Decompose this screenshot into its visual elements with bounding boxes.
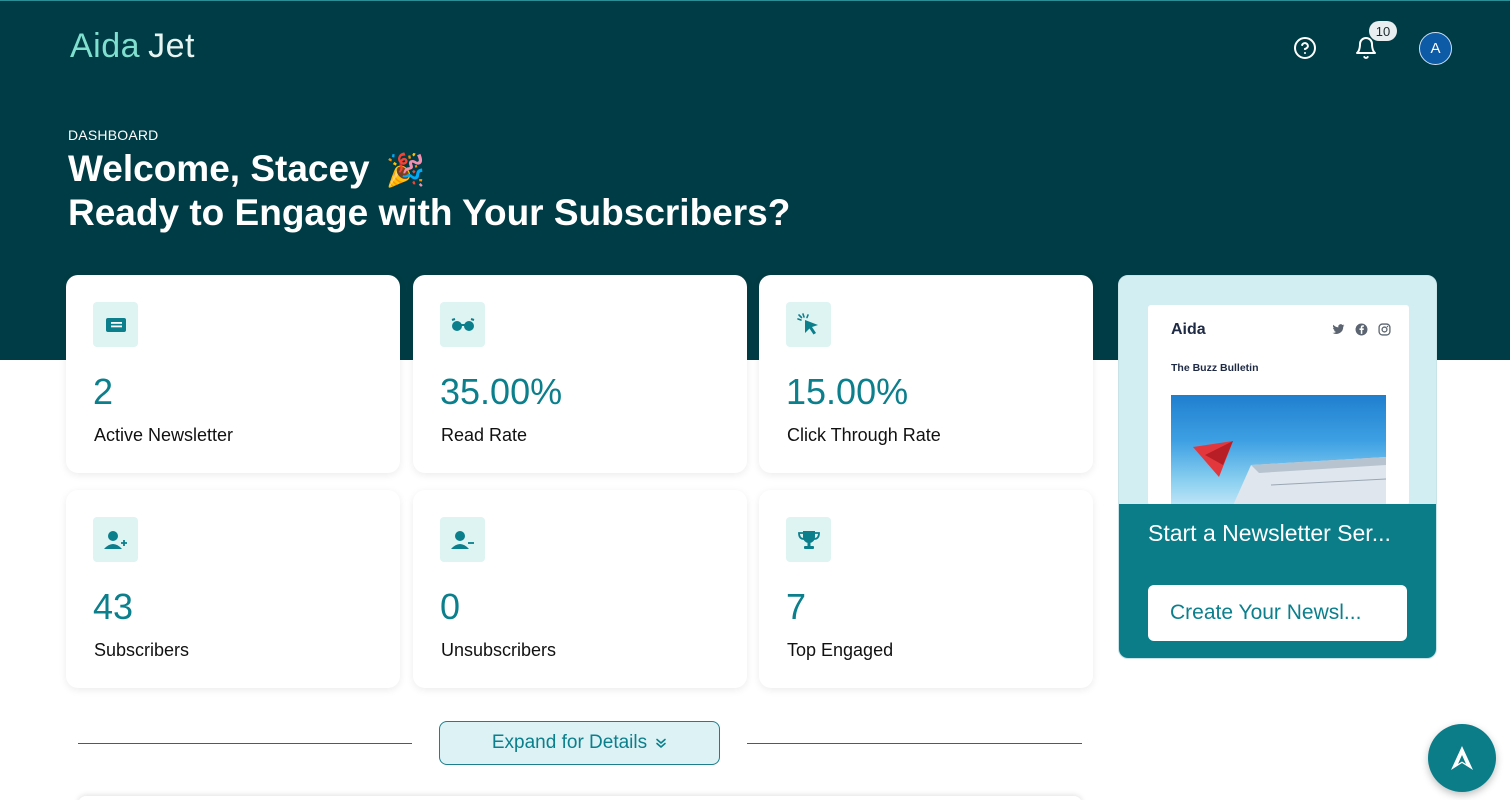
stat-value: 35.00% xyxy=(440,371,563,412)
aida-assistant-icon xyxy=(1451,746,1473,770)
user-avatar[interactable]: A xyxy=(1419,31,1452,65)
glasses-icon xyxy=(440,302,485,347)
stat-label: Click Through Rate xyxy=(787,425,941,445)
welcome-text: Welcome, Stacey xyxy=(68,148,370,189)
app-logo[interactable]: Aida Jet xyxy=(70,27,195,66)
user-minus-icon xyxy=(440,517,485,562)
details-panel-edge xyxy=(78,796,1082,800)
twitter-icon xyxy=(1332,324,1345,334)
instagram-icon xyxy=(1378,323,1391,336)
expand-details-button[interactable]: Expand for Details xyxy=(439,721,720,765)
double-chevron-down-icon xyxy=(656,738,666,748)
create-newsletter-button[interactable]: Create Your Newsl... xyxy=(1148,585,1407,641)
stat-card-click-through[interactable]: 15.00% Click Through Rate xyxy=(759,275,1093,473)
stat-card-read-rate[interactable]: 35.00% Read Rate xyxy=(413,275,747,473)
page-subtitle: Ready to Engage with Your Subscribers? xyxy=(68,192,791,233)
assistant-fab-button[interactable] xyxy=(1428,724,1496,792)
stat-label: Active Newsletter xyxy=(94,425,234,445)
stat-value: 7 xyxy=(786,586,807,627)
breadcrumb: DASHBOARD xyxy=(68,127,159,143)
preview-title: The Buzz Bulletin xyxy=(1171,362,1259,374)
notification-badge: 10 xyxy=(1369,21,1397,41)
divider-right xyxy=(747,743,1082,744)
preview-social-icons xyxy=(1332,323,1391,336)
party-popper-icon: 🎉 xyxy=(385,152,426,188)
cursor-click-icon xyxy=(786,302,831,347)
stat-value: 0 xyxy=(440,586,461,627)
airplane-wing-image xyxy=(1171,395,1386,505)
create-newsletter-label: Create Your Newsl... xyxy=(1170,601,1362,624)
stat-value: 15.00% xyxy=(786,371,909,412)
notifications-button[interactable]: 10 xyxy=(1349,21,1397,65)
newsletter-preview: Aida The Buzz Bulletin xyxy=(1148,305,1409,505)
user-plus-icon xyxy=(93,517,138,562)
stat-card-subscribers[interactable]: 43 Subscribers xyxy=(66,490,400,688)
help-button[interactable] xyxy=(1288,31,1322,65)
logo-primary: Aida xyxy=(70,27,141,65)
stat-value: 2 xyxy=(93,371,114,412)
stat-label: Read Rate xyxy=(441,425,528,445)
promo-title: Start a Newsletter Ser... xyxy=(1148,520,1391,546)
welcome-heading: Welcome, Stacey 🎉 xyxy=(68,147,426,192)
stat-card-unsubscribers[interactable]: 0 Unsubscribers xyxy=(413,490,747,688)
stat-card-top-engaged[interactable]: 7 Top Engaged xyxy=(759,490,1093,688)
stat-label: Subscribers xyxy=(94,640,190,660)
newspaper-icon xyxy=(93,302,138,347)
newsletter-promo-card: Aida The Buzz Bulletin Start a Newslette… xyxy=(1118,275,1437,659)
facebook-icon xyxy=(1355,323,1368,336)
trophy-icon xyxy=(786,517,831,562)
preview-logo: Aida xyxy=(1171,321,1206,338)
help-circle-icon xyxy=(1294,37,1316,59)
stat-card-active-newsletter[interactable]: 2 Active Newsletter xyxy=(66,275,400,473)
logo-secondary: Jet xyxy=(148,27,195,65)
header-actions: 10 A xyxy=(1288,21,1452,65)
expand-details-label: Expand for Details xyxy=(491,732,648,753)
stat-value: 43 xyxy=(93,586,134,627)
divider-left xyxy=(78,743,412,744)
promo-footer: Start a Newsletter Ser... Create Your Ne… xyxy=(1119,504,1436,658)
stat-label: Unsubscribers xyxy=(441,640,557,660)
stat-label: Top Engaged xyxy=(787,640,894,660)
